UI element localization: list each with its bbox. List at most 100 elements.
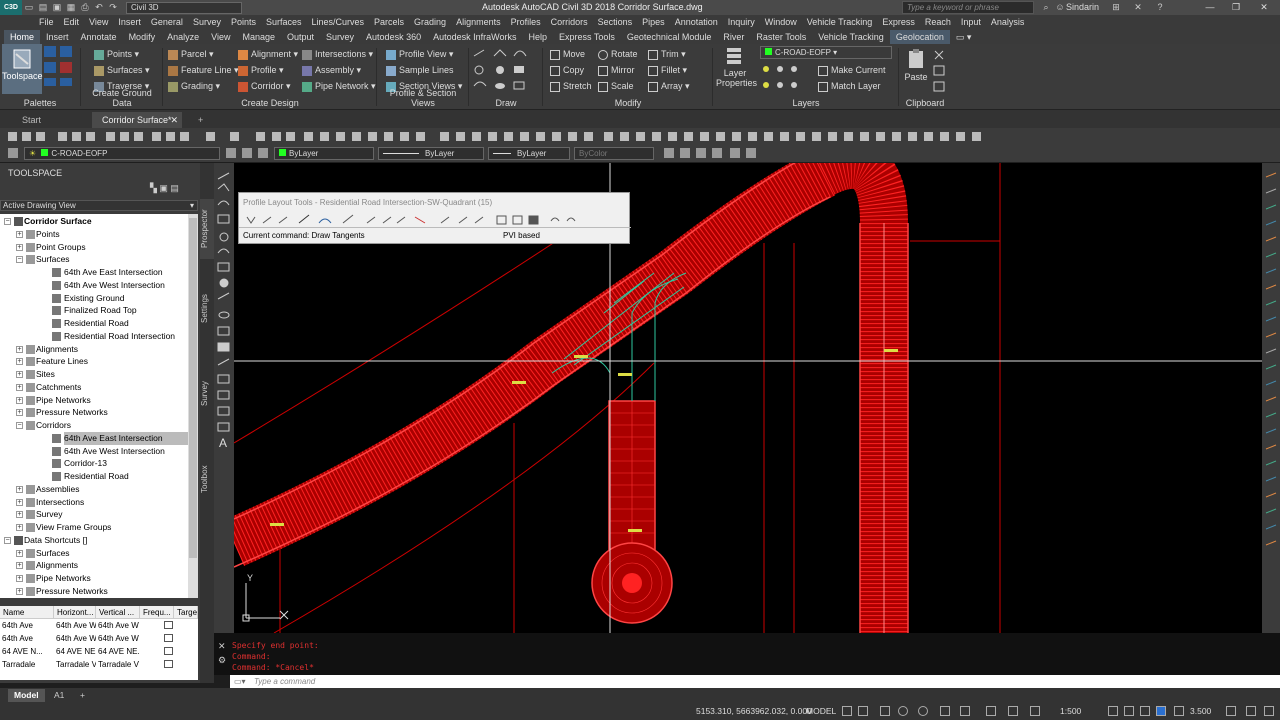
linetype-select[interactable]: ByLayer [378, 147, 484, 160]
command-input[interactable]: ▭▾ Type a command [230, 675, 1280, 688]
match-layer-button[interactable]: Match Layer [818, 79, 881, 93]
tab-annotate[interactable]: Annotate [75, 30, 123, 44]
clipboard-title[interactable]: Clipboard [900, 98, 950, 108]
mirror-button[interactable]: Mirror [598, 63, 635, 77]
tree-item[interactable]: 64th Ave East Intersection [64, 431, 188, 445]
user-name[interactable]: Sindarin [1066, 2, 1099, 12]
menu-surfaces[interactable]: Surfaces [261, 15, 307, 30]
menu-corridors[interactable]: Corridors [546, 15, 593, 30]
col-frequency[interactable]: Frequ... [140, 606, 174, 619]
tab-analyze[interactable]: Analyze [161, 30, 205, 44]
grid-icon[interactable] [842, 706, 852, 716]
isolate-icon[interactable] [1226, 706, 1236, 716]
menu-express[interactable]: Express [877, 15, 920, 30]
selection-cycling-icon[interactable] [1030, 706, 1040, 716]
tab-modify[interactable]: Modify [123, 30, 162, 44]
expand-toggle[interactable]: + [16, 549, 23, 557]
expand-toggle[interactable]: − [4, 536, 11, 544]
tree-scroll-thumb[interactable] [189, 218, 197, 558]
command-settings-icon[interactable]: ⚙ [218, 655, 226, 666]
tab-prospector[interactable]: Prospector [200, 199, 214, 259]
object-snap-tracking-icon[interactable] [940, 706, 950, 716]
tree-item[interactable]: 64th Ave West Intersection [64, 279, 165, 292]
make-current-icon[interactable] [226, 148, 236, 158]
tab-autodesk-360[interactable]: Autodesk 360 [360, 30, 427, 44]
tree-item[interactable]: Data Shortcuts [] [24, 534, 87, 547]
menu-sections[interactable]: Sections [593, 15, 638, 30]
fillet-button[interactable]: Fillet ▾ [648, 63, 687, 77]
points-button[interactable]: Points ▾ [94, 47, 139, 61]
restore-button[interactable]: ❐ [1226, 0, 1246, 15]
col-target[interactable]: Targe [174, 606, 198, 619]
menu-alignments[interactable]: Alignments [451, 15, 506, 30]
menu-general[interactable]: General [146, 15, 188, 30]
customize-icon[interactable] [1264, 706, 1274, 716]
expand-toggle[interactable]: + [16, 587, 23, 595]
minimize-button[interactable]: — [1200, 0, 1220, 15]
draw-tool-icons[interactable] [470, 46, 542, 94]
tree-item[interactable]: Assemblies [36, 483, 79, 496]
intersections-button[interactable]: Intersections ▾ [302, 47, 373, 61]
profile-section-views-title[interactable]: Profile & Section Views [378, 88, 468, 108]
lineweight-icon[interactable] [986, 706, 996, 716]
feature-line-button[interactable]: Feature Line ▾ [168, 63, 239, 77]
new-icon[interactable]: ▭ [22, 1, 36, 14]
view-select[interactable]: Active Drawing View ▾ [0, 200, 198, 211]
stretch-button[interactable]: Stretch [550, 79, 592, 93]
frequency-edit-icon[interactable] [164, 660, 173, 668]
snap-icon[interactable] [858, 706, 868, 716]
expand-toggle[interactable]: + [16, 575, 23, 582]
tab-express-tools[interactable]: Express Tools [553, 30, 621, 44]
expand-toggle[interactable]: + [16, 230, 23, 238]
menu-analysis[interactable]: Analysis [986, 15, 1030, 30]
clipboard-tool-icons[interactable] [932, 48, 946, 92]
expand-toggle[interactable]: − [4, 218, 11, 225]
tab-view[interactable]: View [205, 30, 236, 44]
tree-item[interactable]: Pipe Networks [36, 394, 91, 407]
tree-item[interactable]: Alignments [36, 559, 78, 572]
layer-manager-icon[interactable] [8, 148, 18, 158]
menu-grading[interactable]: Grading [409, 15, 451, 30]
expand-toggle[interactable]: + [16, 396, 23, 404]
tree-item[interactable]: Pressure Networks [36, 406, 108, 419]
expand-toggle[interactable]: − [16, 422, 23, 429]
tree-item[interactable]: Point Groups [36, 241, 86, 254]
tab-river[interactable]: River [717, 30, 750, 44]
list-item[interactable]: 64 AVE NE... [54, 645, 96, 658]
hardware-acceleration-icon[interactable] [1174, 706, 1184, 716]
tab-geolocation[interactable]: Geolocation [889, 30, 950, 44]
sample-lines-button[interactable]: Sample Lines [386, 63, 454, 77]
open-icon[interactable]: ▤ [36, 1, 50, 14]
isodraft-icon[interactable] [918, 706, 928, 716]
right-toolbar-icons[interactable] [1262, 169, 1280, 559]
tree-scrollbar[interactable] [188, 214, 198, 598]
layer-state-icon[interactable] [258, 148, 268, 158]
tree-item[interactable]: Alignments [36, 343, 78, 356]
menu-input[interactable]: Input [956, 15, 986, 30]
annotation-scale-value[interactable]: 3.500 [1190, 706, 1211, 716]
undo-icon[interactable]: ↶ [92, 1, 106, 14]
frequency-edit-icon[interactable] [164, 634, 173, 642]
ground-data-title[interactable]: Create Ground Data [82, 88, 162, 108]
menu-parcels[interactable]: Parcels [369, 15, 409, 30]
expand-toggle[interactable]: + [16, 511, 23, 519]
tree-item[interactable]: Surfaces [36, 547, 70, 560]
tab-raster-tools[interactable]: Raster Tools [750, 30, 812, 44]
cart-icon[interactable]: ⊞ [1108, 0, 1124, 15]
close-command-icon[interactable]: ✕ [218, 641, 226, 652]
tree-item[interactable]: Pipe Networks [36, 572, 91, 585]
tree-item[interactable]: Corridors [36, 419, 71, 432]
list-item[interactable]: 64th Ave [0, 619, 54, 632]
toolspace-button[interactable]: Toolspace [2, 44, 43, 94]
tree-item[interactable]: Feature Lines [36, 355, 88, 368]
view-icon[interactable] [730, 148, 740, 158]
lineweight-select[interactable]: ByLayer [488, 147, 570, 160]
save-icon[interactable]: ▣ [50, 1, 64, 14]
workspace-gear-icon[interactable] [1140, 706, 1150, 716]
tab-manage[interactable]: Manage [236, 30, 281, 44]
model-space-toggle[interactable]: MODEL [806, 706, 836, 716]
toolspace-icons[interactable]: ▚ ▣ ▤ [150, 183, 179, 194]
corridor-button[interactable]: Corridor ▾ [238, 79, 291, 93]
expand-toggle[interactable]: + [16, 524, 23, 531]
col-horizontal[interactable]: Horizont... [54, 606, 96, 619]
